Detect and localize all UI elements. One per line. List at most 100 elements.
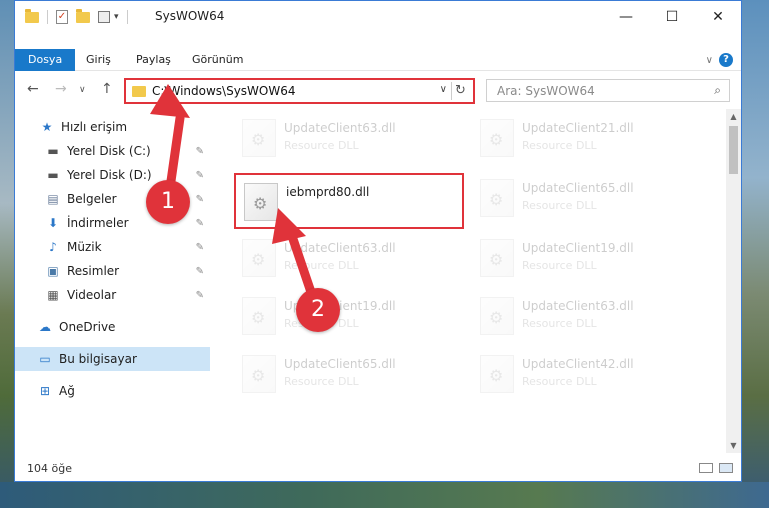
file-explorer-window: ✓ ▾ SysWOW64 — ☐ ✕ Dosya Giriş Paylaş Gö… (14, 0, 742, 482)
dll-file-icon (242, 355, 276, 393)
details-view-icon[interactable] (699, 463, 713, 473)
file-name: UpdateClient63.dll (284, 241, 396, 255)
file-list: UpdateClient63.dll Resource DLL iebmprd8… (214, 109, 726, 453)
file-name: UpdateClient63.dll (522, 299, 634, 313)
recent-locations-chevron-icon[interactable]: ∨ (79, 85, 86, 95)
file-name: UpdateClient19.dll (522, 241, 634, 255)
file-name: UpdateClient63.dll (284, 121, 396, 135)
sidebar-item-label: Yerel Disk (D:) (67, 168, 152, 182)
ribbon: Dosya Giriş Paylaş Görünüm ∨ ? (15, 33, 741, 71)
pin-icon[interactable]: ✎ (196, 218, 204, 229)
desktop-background-bottom (0, 482, 769, 508)
drive-icon: ▬ (47, 168, 59, 182)
sidebar-item-videos[interactable]: ▦ Videolar ✎ (15, 283, 210, 307)
file-item[interactable]: UpdateClient21.dll Resource DLL (472, 111, 702, 167)
address-dropdown-chevron-icon[interactable]: ∨ (440, 84, 447, 95)
tab-home[interactable]: Giriş (86, 49, 111, 71)
maximize-button[interactable]: ☐ (649, 1, 695, 33)
file-name: iebmprd80.dll (286, 185, 370, 199)
scroll-down-arrow-icon[interactable]: ▼ (726, 438, 741, 453)
sidebar-item-this-pc[interactable]: ▭ Bu bilgisayar (15, 347, 210, 371)
address-path[interactable]: C:\Windows\SysWOW64 (152, 84, 296, 98)
address-bar[interactable]: C:\Windows\SysWOW64 ∨ ↻ (124, 78, 475, 104)
pin-icon[interactable]: ✎ (196, 170, 204, 181)
file-item[interactable]: UpdateClient65.dll Resource DLL (234, 347, 464, 403)
quick-access-toolbar: ✓ ▾ (25, 8, 136, 25)
dll-file-icon (480, 119, 514, 157)
sidebar-item-label: Belgeler (67, 192, 117, 206)
scrollbar-thumb[interactable] (729, 126, 738, 174)
refresh-icon[interactable]: ↻ (451, 82, 469, 100)
sidebar-item-label: Müzik (67, 240, 102, 254)
tab-view[interactable]: Görünüm (192, 49, 243, 71)
new-folder-icon[interactable] (76, 8, 90, 23)
file-type: Resource DLL (522, 139, 597, 152)
close-button[interactable]: ✕ (695, 1, 741, 33)
scroll-up-arrow-icon[interactable]: ▲ (726, 109, 741, 124)
pin-icon[interactable]: ✎ (196, 242, 204, 253)
file-item[interactable]: UpdateClient19.dll Resource DLL (234, 289, 464, 345)
sidebar-item-local-disk-c[interactable]: ▬ Yerel Disk (C:) ✎ (15, 139, 210, 163)
dll-file-icon (480, 355, 514, 393)
help-icon[interactable]: ? (719, 53, 733, 67)
tab-file[interactable]: Dosya (15, 49, 76, 71)
pin-icon[interactable]: ✎ (196, 146, 204, 157)
music-icon: ♪ (49, 240, 57, 254)
tab-share[interactable]: Paylaş (136, 49, 171, 71)
forward-arrow-icon[interactable]: → (55, 81, 67, 97)
download-icon: ⬇ (47, 216, 59, 230)
sidebar-item-label: Hızlı erişim (61, 120, 128, 134)
file-type: Resource DLL (522, 199, 597, 212)
pin-icon[interactable]: ✎ (196, 194, 204, 205)
status-bar: 104 öğe (15, 453, 741, 481)
back-arrow-icon[interactable]: ← (27, 81, 39, 97)
file-type: Resource DLL (284, 139, 359, 152)
sidebar-item-label: Resimler (67, 264, 120, 278)
search-icon[interactable]: ⌕ (714, 83, 721, 98)
properties-icon[interactable] (98, 11, 110, 23)
step-badge-1: 1 (146, 180, 190, 224)
star-icon: ★ (41, 120, 53, 134)
sidebar-item-quick-access[interactable]: ★ Hızlı erişim (15, 115, 210, 139)
step-badge-2: 2 (296, 288, 340, 332)
vertical-scrollbar[interactable]: ▲ ▼ (726, 109, 741, 453)
large-icons-view-icon[interactable] (719, 463, 733, 473)
customize-toolbar-icon[interactable]: ▾ (114, 12, 119, 22)
desktop-background-left (0, 0, 14, 508)
dll-file-icon (480, 239, 514, 277)
file-item[interactable]: UpdateClient63.dll Resource DLL (234, 111, 464, 167)
item-count: 104 öğe (27, 462, 72, 475)
file-item[interactable]: UpdateClient42.dll Resource DLL (472, 347, 702, 403)
sidebar-item-label: Yerel Disk (C:) (67, 144, 151, 158)
properties-check-icon[interactable]: ✓ (56, 10, 68, 24)
folder-icon (132, 86, 146, 97)
search-box[interactable]: Ara: SysWOW64 ⌕ (486, 79, 730, 102)
pin-icon[interactable]: ✎ (196, 266, 204, 277)
sidebar-item-label: Bu bilgisayar (59, 352, 137, 366)
videos-icon: ▦ (47, 288, 59, 302)
minimize-button[interactable]: — (603, 1, 649, 33)
file-item[interactable]: UpdateClient19.dll Resource DLL (472, 231, 702, 287)
file-item[interactable]: UpdateClient63.dll Resource DLL (234, 231, 464, 287)
sidebar-item-onedrive[interactable]: ☁ OneDrive (15, 315, 210, 339)
file-name: UpdateClient65.dll (522, 181, 634, 195)
toolbar-divider (126, 10, 128, 24)
up-arrow-icon[interactable]: ↑ (101, 81, 113, 97)
file-item[interactable]: UpdateClient63.dll Resource DLL (472, 289, 702, 345)
sidebar-item-label: İndirmeler (67, 216, 129, 230)
title-bar: ✓ ▾ SysWOW64 — ☐ ✕ (15, 1, 741, 33)
file-item-selected[interactable]: iebmprd80.dll (234, 173, 464, 229)
file-type: Resource DLL (522, 259, 597, 272)
file-item[interactable]: UpdateClient65.dll Resource DLL (472, 171, 702, 227)
pin-icon[interactable]: ✎ (196, 290, 204, 301)
sidebar-item-network[interactable]: ⊞ Ağ (15, 379, 210, 403)
sidebar-item-music[interactable]: ♪ Müzik ✎ (15, 235, 210, 259)
search-input[interactable]: Ara: SysWOW64 (497, 84, 595, 98)
sidebar-item-pictures[interactable]: ▣ Resimler ✎ (15, 259, 210, 283)
file-type: Resource DLL (284, 259, 359, 272)
file-type: Resource DLL (522, 375, 597, 388)
drive-icon: ▬ (47, 144, 59, 158)
sidebar-item-label: OneDrive (59, 320, 116, 334)
expand-ribbon-chevron-icon[interactable]: ∨ (706, 55, 713, 66)
file-name: UpdateClient42.dll (522, 357, 634, 371)
